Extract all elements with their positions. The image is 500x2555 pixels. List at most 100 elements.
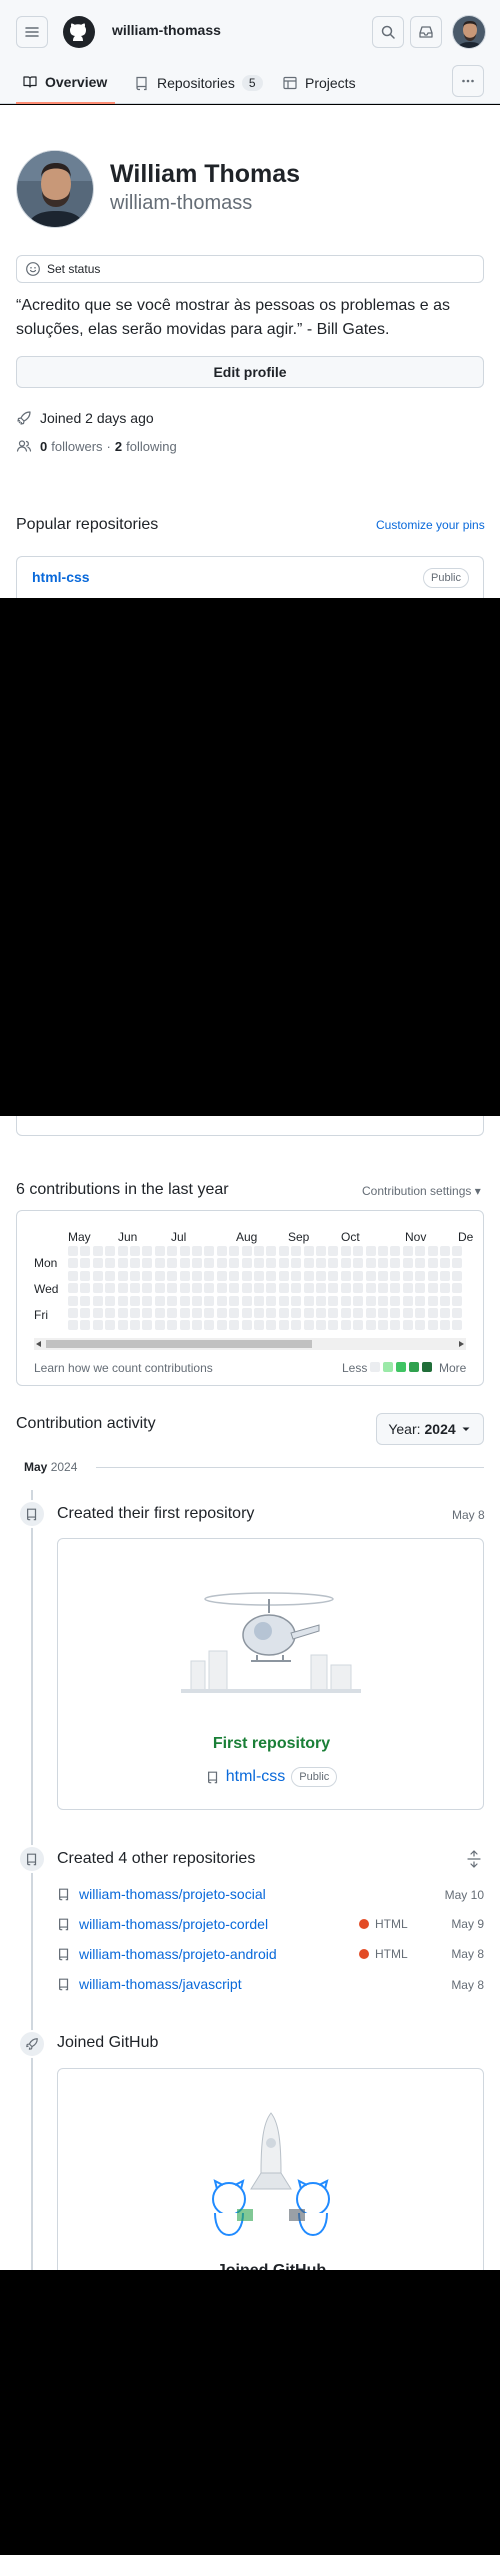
- contribution-day[interactable]: [452, 1320, 463, 1331]
- contribution-day[interactable]: [303, 1258, 314, 1269]
- contribution-day[interactable]: [402, 1308, 413, 1318]
- contribution-day[interactable]: [80, 1283, 91, 1294]
- contribution-day[interactable]: [229, 1246, 240, 1256]
- contribution-day[interactable]: [68, 1270, 78, 1281]
- contribution-day[interactable]: [167, 1295, 178, 1306]
- first-repository-link[interactable]: html-css: [226, 1768, 286, 1786]
- contribution-day[interactable]: [390, 1258, 401, 1269]
- contribution-day[interactable]: [278, 1246, 289, 1256]
- contribution-day[interactable]: [130, 1283, 140, 1294]
- contribution-day[interactable]: [340, 1308, 351, 1318]
- contribution-day[interactable]: [278, 1320, 289, 1331]
- contribution-day[interactable]: [266, 1246, 277, 1256]
- contribution-day[interactable]: [192, 1258, 202, 1269]
- contribution-day[interactable]: [204, 1320, 215, 1331]
- set-status-button[interactable]: Set status: [16, 255, 484, 283]
- following-label[interactable]: following: [126, 439, 177, 454]
- contribution-day[interactable]: [130, 1308, 140, 1318]
- followers-label[interactable]: followers: [51, 439, 102, 454]
- customize-pins-link[interactable]: Customize your pins: [376, 518, 485, 532]
- contribution-day[interactable]: [167, 1308, 178, 1318]
- contribution-day[interactable]: [427, 1270, 438, 1281]
- contribution-day[interactable]: [452, 1308, 463, 1318]
- contribution-day[interactable]: [117, 1320, 128, 1331]
- contribution-day[interactable]: [402, 1295, 413, 1306]
- contribution-day[interactable]: [241, 1270, 252, 1281]
- contribution-day[interactable]: [440, 1246, 450, 1256]
- contribution-day[interactable]: [241, 1320, 252, 1331]
- learn-contributions-link[interactable]: Learn how we count contributions: [34, 1361, 213, 1375]
- edit-profile-button[interactable]: Edit profile: [16, 356, 484, 388]
- contribution-day[interactable]: [68, 1246, 78, 1256]
- contribution-day[interactable]: [179, 1270, 190, 1281]
- contribution-day[interactable]: [204, 1258, 215, 1269]
- contribution-day[interactable]: [142, 1320, 153, 1331]
- contribution-day[interactable]: [105, 1308, 116, 1318]
- contribution-day[interactable]: [154, 1270, 165, 1281]
- contribution-day[interactable]: [154, 1308, 165, 1318]
- contribution-day[interactable]: [365, 1283, 376, 1294]
- contribution-day[interactable]: [353, 1295, 364, 1306]
- followers-count[interactable]: 0: [40, 439, 47, 454]
- contribution-day[interactable]: [92, 1295, 103, 1306]
- contribution-day[interactable]: [254, 1295, 264, 1306]
- contribution-day[interactable]: [179, 1295, 190, 1306]
- contribution-day[interactable]: [254, 1258, 264, 1269]
- following-count[interactable]: 2: [115, 439, 122, 454]
- contribution-day[interactable]: [378, 1320, 388, 1331]
- contribution-day[interactable]: [415, 1308, 426, 1318]
- contribution-day[interactable]: [142, 1283, 153, 1294]
- contribution-day[interactable]: [105, 1258, 116, 1269]
- contribution-day[interactable]: [316, 1246, 326, 1256]
- contribution-day[interactable]: [154, 1295, 165, 1306]
- contribution-day[interactable]: [440, 1283, 450, 1294]
- contribution-day[interactable]: [415, 1295, 426, 1306]
- contribution-day[interactable]: [68, 1308, 78, 1318]
- search-button[interactable]: [372, 16, 404, 48]
- contribution-day[interactable]: [266, 1308, 277, 1318]
- contribution-day[interactable]: [340, 1295, 351, 1306]
- contribution-day[interactable]: [241, 1308, 252, 1318]
- header-username[interactable]: william-thomass: [112, 22, 221, 38]
- contribution-day[interactable]: [365, 1295, 376, 1306]
- contribution-day[interactable]: [353, 1246, 364, 1256]
- tab-overview[interactable]: Overview: [16, 62, 116, 104]
- contribution-day[interactable]: [328, 1283, 339, 1294]
- contribution-day[interactable]: [229, 1270, 240, 1281]
- contribution-day[interactable]: [192, 1246, 202, 1256]
- contribution-day[interactable]: [142, 1270, 153, 1281]
- contribution-day[interactable]: [117, 1308, 128, 1318]
- contribution-day[interactable]: [80, 1258, 91, 1269]
- contribution-day[interactable]: [105, 1246, 116, 1256]
- contribution-day[interactable]: [427, 1258, 438, 1269]
- contribution-day[interactable]: [216, 1246, 227, 1256]
- profile-avatar[interactable]: [16, 150, 94, 228]
- contribution-day[interactable]: [105, 1320, 116, 1331]
- contribution-day[interactable]: [353, 1258, 364, 1269]
- contribution-day[interactable]: [378, 1295, 388, 1306]
- contribution-day[interactable]: [117, 1283, 128, 1294]
- contribution-day[interactable]: [216, 1283, 227, 1294]
- contribution-day[interactable]: [167, 1258, 178, 1269]
- scroll-left-icon[interactable]: [36, 1341, 42, 1347]
- menu-button[interactable]: [16, 16, 48, 48]
- contribution-day[interactable]: [179, 1320, 190, 1331]
- inbox-button[interactable]: [410, 16, 442, 48]
- contribution-day[interactable]: [328, 1308, 339, 1318]
- contribution-day[interactable]: [130, 1246, 140, 1256]
- contribution-day[interactable]: [266, 1283, 277, 1294]
- contribution-day[interactable]: [340, 1246, 351, 1256]
- contribution-day[interactable]: [266, 1295, 277, 1306]
- contribution-day[interactable]: [291, 1258, 302, 1269]
- contribution-day[interactable]: [452, 1246, 463, 1256]
- created-repo-link[interactable]: william-thomass/javascript: [79, 1976, 242, 1992]
- contribution-day[interactable]: [80, 1270, 91, 1281]
- contribution-day[interactable]: [167, 1320, 178, 1331]
- contribution-day[interactable]: [427, 1308, 438, 1318]
- contribution-day[interactable]: [80, 1246, 91, 1256]
- contribution-day[interactable]: [353, 1283, 364, 1294]
- contribution-day[interactable]: [80, 1320, 91, 1331]
- contribution-day[interactable]: [390, 1283, 401, 1294]
- contribution-day[interactable]: [427, 1283, 438, 1294]
- contribution-day[interactable]: [303, 1270, 314, 1281]
